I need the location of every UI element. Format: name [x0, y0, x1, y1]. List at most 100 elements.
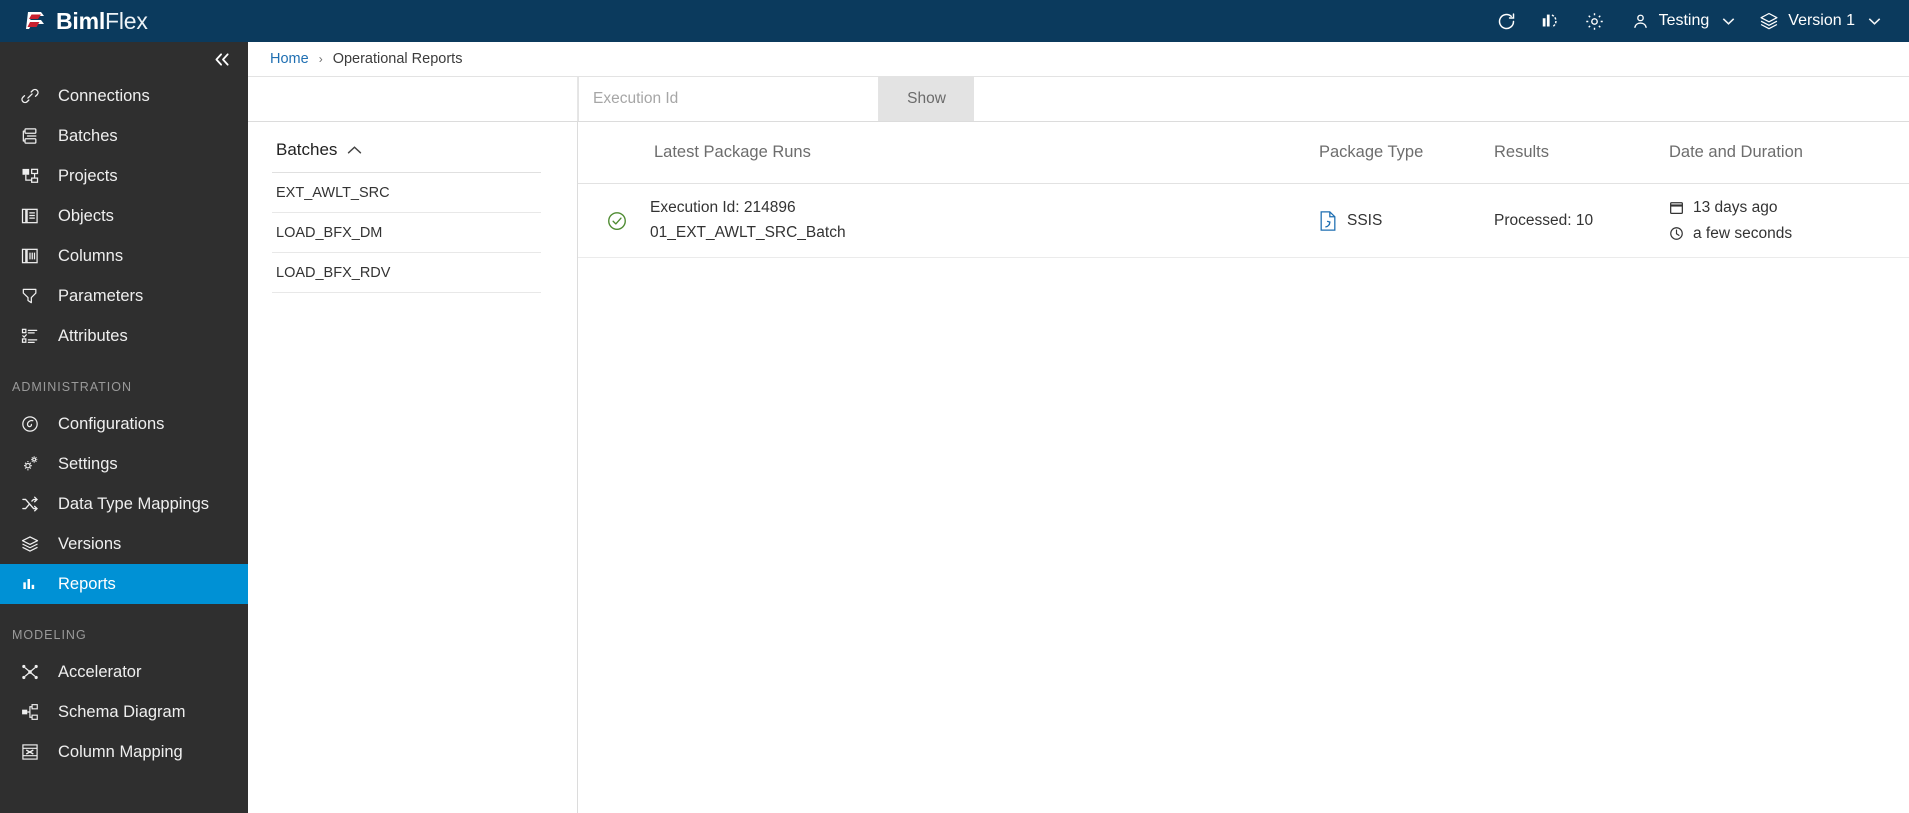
- batch-list-item[interactable]: LOAD_BFX_DM: [272, 213, 541, 253]
- sidebar-item-batches[interactable]: Batches: [0, 116, 248, 156]
- sidebar-item-label: Attributes: [58, 326, 128, 345]
- ssis-file-icon: [1319, 210, 1337, 231]
- gear-icon[interactable]: [1573, 0, 1617, 42]
- sidebar-item-configurations[interactable]: Configurations: [0, 404, 248, 444]
- table-row[interactable]: Execution Id: 214896 01_EXT_AWLT_SRC_Bat…: [578, 184, 1909, 258]
- sidebar-section-modeling: MODELING: [12, 628, 87, 642]
- package-name-label: 01_EXT_AWLT_SRC_Batch: [650, 223, 846, 241]
- shuffle-icon: [18, 494, 42, 514]
- bimlflex-logo-icon: [22, 8, 48, 34]
- sidebar-item-label: Connections: [58, 86, 150, 105]
- sidebar-item-label: Accelerator: [58, 662, 142, 681]
- execution-id-label: Execution Id: 214896: [650, 199, 796, 217]
- run-cell: Execution Id: 214896 01_EXT_AWLT_SRC_Bat…: [606, 196, 1319, 244]
- column-header-results: Results: [1494, 143, 1550, 161]
- logo-text-bold: Biml: [56, 7, 106, 34]
- sidebar-item-label: Projects: [58, 166, 118, 185]
- sidebar-item-column-mapping[interactable]: Column Mapping: [0, 732, 248, 772]
- filter-toolbar: Show: [248, 76, 1909, 122]
- attributes-icon: [18, 326, 42, 346]
- user-menu-label: Testing: [1658, 12, 1710, 29]
- sidebar-item-label: Configurations: [58, 414, 165, 433]
- top-bar: BimlFlex Testing Version 1: [0, 0, 1909, 42]
- chevron-down-icon: [1868, 17, 1881, 26]
- batch-list-item[interactable]: LOAD_BFX_RDV: [272, 253, 541, 293]
- package-runs-panel: Latest Package Runs Package Type Results…: [578, 122, 1909, 813]
- reports-chart-icon[interactable]: [1529, 0, 1573, 42]
- batch-list-item[interactable]: EXT_AWLT_SRC: [272, 173, 541, 213]
- clock-icon: [1669, 226, 1684, 241]
- logo-text: BimlFlex: [56, 7, 148, 34]
- sidebar-section-administration: ADMINISTRATION: [12, 380, 133, 394]
- toolbar-left-spacer: [248, 77, 578, 121]
- user-menu[interactable]: Testing: [1617, 12, 1746, 31]
- breadcrumb-current: Operational Reports: [332, 51, 463, 67]
- sidebar-item-label: Column Mapping: [58, 742, 183, 761]
- link-icon: [18, 86, 42, 106]
- app-body: Connections Batches Projects Objects Col…: [0, 42, 1909, 813]
- chevron-down-icon: [1722, 17, 1735, 26]
- breadcrumb-home-link[interactable]: Home: [270, 51, 309, 67]
- chevron-up-icon[interactable]: [347, 145, 362, 155]
- sidebar-item-connections[interactable]: Connections: [0, 76, 248, 116]
- column-header-date-and-duration: Date and Duration: [1669, 143, 1803, 161]
- sidebar-item-versions[interactable]: Versions: [0, 524, 248, 564]
- sidebar-item-schema-diagram[interactable]: Schema Diagram: [0, 692, 248, 732]
- sidebar-item-objects[interactable]: Objects: [0, 196, 248, 236]
- bar-chart-icon: [18, 574, 42, 594]
- user-icon: [1631, 12, 1650, 31]
- run-labels: Execution Id: 214896 01_EXT_AWLT_SRC_Bat…: [650, 196, 846, 244]
- schema-diagram-icon: [18, 702, 42, 722]
- refresh-icon[interactable]: [1485, 0, 1529, 42]
- batches-panel: Batches EXT_AWLT_SRC LOAD_BFX_DM LOAD_BF…: [248, 122, 578, 813]
- parameters-icon: [18, 286, 42, 306]
- app-logo[interactable]: BimlFlex: [22, 8, 148, 34]
- sidebar-item-label: Data Type Mappings: [58, 494, 210, 513]
- sidebar-item-label: Versions: [58, 534, 122, 553]
- layers-icon: [1759, 11, 1779, 31]
- calendar-icon: [1669, 200, 1684, 215]
- date-and-duration-cell: 13 days ago a few seconds: [1669, 195, 1909, 245]
- sidebar-item-data-type-mappings[interactable]: Data Type Mappings: [0, 484, 248, 524]
- sidebar-item-label: Columns: [58, 246, 124, 265]
- breadcrumb: Home › Operational Reports: [248, 42, 1909, 76]
- sidebar-item-accelerator[interactable]: Accelerator: [0, 652, 248, 692]
- sidebar-item-label: Schema Diagram: [58, 702, 186, 721]
- sidebar-item-parameters[interactable]: Parameters: [0, 276, 248, 316]
- date-line: 13 days ago: [1669, 195, 1909, 220]
- package-runs-table: Latest Package Runs Package Type Results…: [578, 122, 1909, 258]
- sidebar-item-label: Settings: [58, 454, 118, 473]
- projects-icon: [18, 166, 42, 186]
- breadcrumb-separator-icon: ›: [318, 52, 323, 66]
- accelerator-icon: [18, 662, 42, 682]
- batches-panel-header[interactable]: Batches: [272, 140, 541, 173]
- sidebar-collapse-button[interactable]: [0, 42, 248, 76]
- sidebar-item-projects[interactable]: Projects: [0, 156, 248, 196]
- version-menu[interactable]: Version 1: [1745, 11, 1891, 31]
- sidebar-item-reports[interactable]: Reports: [0, 564, 248, 604]
- check-circle-icon: [606, 210, 628, 232]
- sidebar-item-label: Objects: [58, 206, 114, 225]
- column-header-package-type: Package Type: [1319, 143, 1424, 161]
- batches-icon: [18, 126, 42, 146]
- columns-icon: [18, 246, 42, 266]
- sidebar: Connections Batches Projects Objects Col…: [0, 42, 248, 813]
- package-type-cell: SSIS: [1319, 210, 1494, 231]
- settings-gear-icon: [18, 454, 42, 474]
- version-menu-label: Version 1: [1788, 12, 1855, 29]
- sidebar-item-label: Reports: [58, 574, 116, 593]
- show-button[interactable]: Show: [879, 77, 974, 121]
- execution-id-input[interactable]: [578, 77, 879, 121]
- column-mapping-icon: [18, 742, 42, 762]
- sidebar-item-label: Parameters: [58, 286, 144, 305]
- layers-icon: [18, 534, 42, 554]
- sidebar-item-settings[interactable]: Settings: [0, 444, 248, 484]
- duration-label: a few seconds: [1693, 224, 1793, 242]
- main-content: Home › Operational Reports Show Batches: [248, 42, 1909, 813]
- date-label: 13 days ago: [1693, 199, 1778, 217]
- configurations-icon: [18, 414, 42, 434]
- sidebar-item-columns[interactable]: Columns: [0, 236, 248, 276]
- duration-line: a few seconds: [1669, 221, 1909, 246]
- sidebar-item-attributes[interactable]: Attributes: [0, 316, 248, 356]
- app-root: BimlFlex Testing Version 1 Connections B…: [0, 0, 1909, 813]
